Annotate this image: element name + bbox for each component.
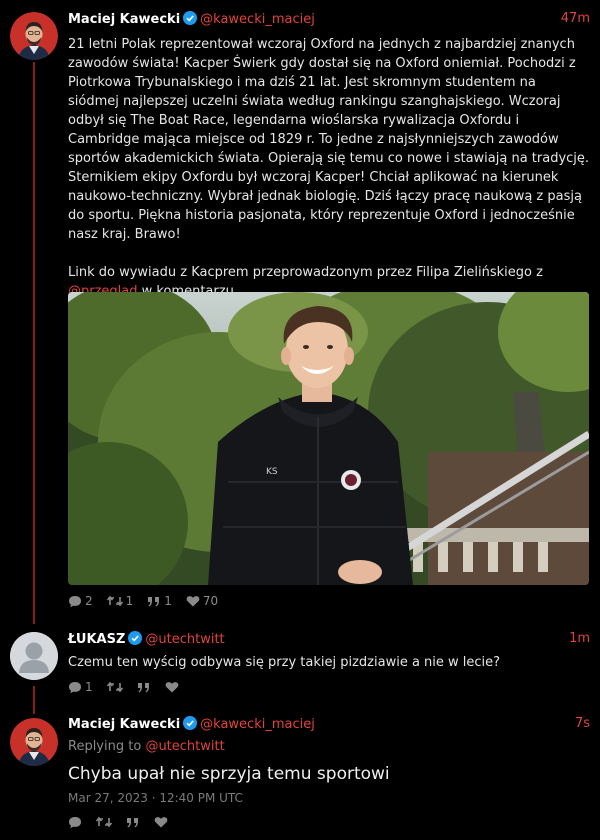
author-handle[interactable]: @kawecki_maciej xyxy=(200,12,315,27)
reply-icon xyxy=(68,595,82,608)
text-line: Link do wywiadu z Kacprem przeprowadzony… xyxy=(68,265,543,280)
reply-count: 1 xyxy=(85,680,93,694)
like-button[interactable] xyxy=(154,816,168,828)
like-button[interactable]: 70 xyxy=(186,594,218,608)
replying-to-link[interactable]: @utechtwitt xyxy=(145,739,224,754)
author-handle[interactable]: @utechtwitt xyxy=(145,632,224,647)
tweet-main[interactable]: Maciej Kawecki @kawecki_maciej 47m 21 let… xyxy=(0,0,600,620)
retweet-icon xyxy=(96,816,112,828)
tweet-actions: 2 1 1 70 xyxy=(68,592,218,610)
text-line: Sternikiem ekipy Oxfordu był wczoraj Kac… xyxy=(68,170,559,185)
avatar[interactable] xyxy=(10,12,58,60)
tweet-timestamp[interactable]: Mar 27, 2023 · 12:40 PM UTC xyxy=(68,789,590,808)
reply-button[interactable]: 1 xyxy=(68,680,93,694)
tweet-text: 21 letni Polak reprezentował wczoraj Oxf… xyxy=(68,35,590,301)
avatar[interactable] xyxy=(10,718,58,766)
like-count: 70 xyxy=(202,594,219,608)
tweet-text: Chyba upał nie sprzyja temu sportowi xyxy=(68,764,390,784)
avatar[interactable] xyxy=(10,632,58,680)
quote-button[interactable]: 1 xyxy=(147,594,172,608)
tweet-focused[interactable]: Maciej Kawecki @kawecki_maciej 7s Replyin… xyxy=(0,706,600,840)
author-name[interactable]: Maciej Kawecki xyxy=(68,717,180,732)
author-name[interactable]: Maciej Kawecki xyxy=(68,12,180,27)
retweet-button[interactable] xyxy=(96,816,112,828)
reply-button[interactable]: 2 xyxy=(68,594,93,608)
quote-count: 1 xyxy=(164,594,172,608)
text-line: zawodów świata! Kacper Świerk gdy dostał… xyxy=(68,56,576,71)
text-line: do sportu. Piękna historia pasjonata, kt… xyxy=(68,208,575,223)
replying-prefix: Replying to xyxy=(68,739,146,754)
tweet-time[interactable]: 1m xyxy=(569,631,590,646)
tweet-reply[interactable]: ŁUKASZ @utechtwitt 1m Czemu ten wyścig od… xyxy=(0,620,600,712)
tweet-actions xyxy=(68,813,168,831)
retweet-button[interactable] xyxy=(106,681,123,693)
retweet-icon xyxy=(106,595,123,607)
author-handle[interactable]: @kawecki_maciej xyxy=(200,717,315,732)
retweet-count: 1 xyxy=(125,594,134,608)
text-line: naukowo-techniczny. Wybrał jednak biolog… xyxy=(68,189,582,204)
text-line: nasz kraj. Brawo! xyxy=(68,227,181,242)
heart-icon xyxy=(186,595,200,607)
quote-button[interactable] xyxy=(126,817,140,828)
text-line: sportów akademickich świata. Opierają si… xyxy=(68,151,590,166)
tweet-time[interactable]: 7s xyxy=(575,716,590,731)
reply-button[interactable] xyxy=(68,816,82,829)
tweet-header: Maciej Kawecki @kawecki_maciej 47m xyxy=(68,11,590,31)
reply-count: 2 xyxy=(85,594,93,608)
like-button[interactable] xyxy=(165,681,179,693)
verified-badge-icon xyxy=(183,716,198,734)
tweet-header: Maciej Kawecki @kawecki_maciej 7s xyxy=(68,716,590,736)
retweet-icon xyxy=(106,681,123,693)
reply-icon xyxy=(68,816,82,829)
retweet-button[interactable]: 1 xyxy=(106,594,134,608)
tweet-time[interactable]: 47m xyxy=(561,11,590,26)
quote-icon xyxy=(137,682,151,693)
text-line: Cambridge mająca miejsce od 1829 r. To j… xyxy=(68,132,559,147)
tweet-header: ŁUKASZ @utechtwitt 1m xyxy=(68,631,590,651)
tweet-text: Czemu ten wyścig odbywa się przy takiej … xyxy=(68,655,501,670)
verified-badge-icon xyxy=(128,631,143,649)
heart-icon xyxy=(165,681,179,693)
heart-icon xyxy=(154,816,168,828)
jacket-initials: KS xyxy=(266,467,278,477)
tweet-actions: 1 xyxy=(68,678,179,696)
text-line: siódmej najlepszej uczelni świata według… xyxy=(68,94,561,109)
quote-icon xyxy=(126,817,140,828)
quote-button[interactable] xyxy=(137,682,151,693)
tweet-photo[interactable]: KS xyxy=(68,292,589,585)
quote-icon xyxy=(147,596,161,607)
author-name[interactable]: ŁUKASZ xyxy=(68,632,125,647)
reply-icon xyxy=(68,681,82,694)
text-line: Piotrkowa Trybunalskiego i ma dziś 21 la… xyxy=(68,75,536,90)
text-line: 21 letni Polak reprezentował wczoraj Oxf… xyxy=(68,37,575,52)
verified-badge-icon xyxy=(183,11,198,29)
text-line: odbył się The Boat Race, legendarna wioś… xyxy=(68,113,520,128)
replying-to: Replying to @utechtwitt xyxy=(68,737,590,756)
